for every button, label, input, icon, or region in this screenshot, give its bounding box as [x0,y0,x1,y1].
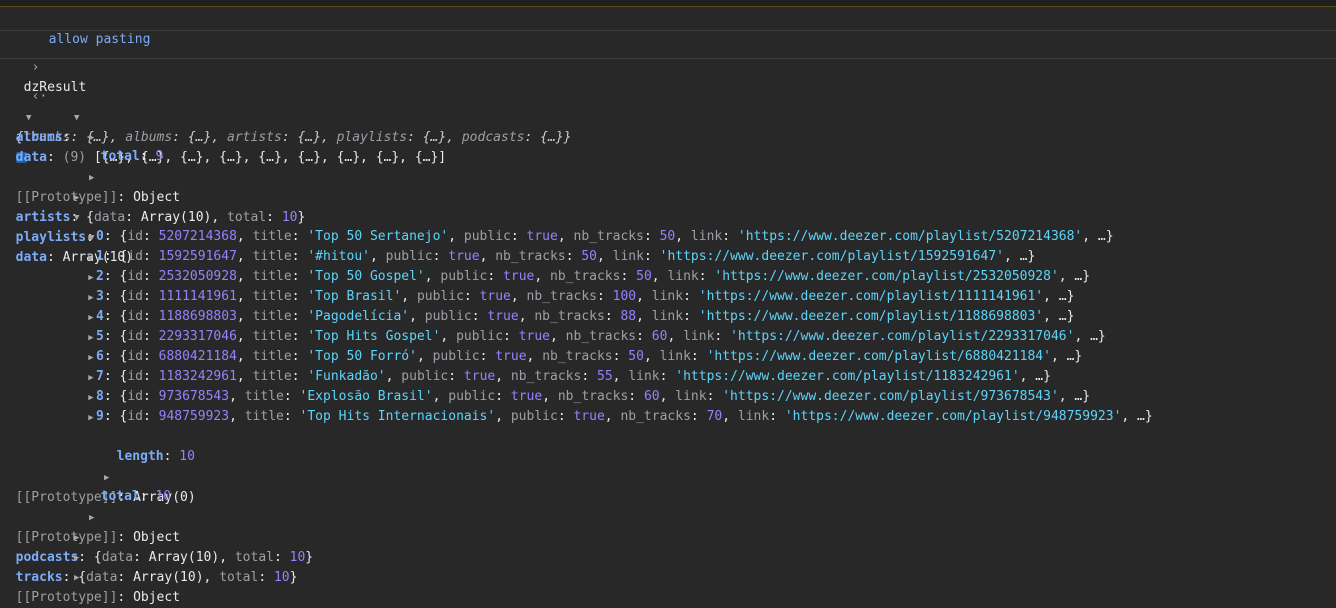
playlist-item-row[interactable]: ▶ 0: {id: 5207214368, title: 'Top 50 Sert… [0,227,1336,247]
playlists-prototype-row[interactable]: ▶ [[Prototype]]: Object [0,487,1336,545]
collapse-triangle-icon[interactable]: ▶ [86,348,96,368]
result-summary-row[interactable]: ‹· ▼ {tracks: {…}, albums: {…}, artists:… [0,67,1336,163]
tracks-row[interactable]: ▶ tracks: {data: Array(10), total: 10} [0,527,1336,585]
collapse-triangle-icon[interactable]: ▶ [86,228,96,248]
playlist-item-row[interactable]: ▶ 5: {id: 2293317046, title: 'Top Hits Go… [0,327,1336,347]
playlists-data-row[interactable]: ▼ data: Array(10) [0,207,1336,265]
top-edge [0,0,1336,7]
playlists-row[interactable]: ▼ playlists: [0,187,1336,245]
podcasts-row[interactable]: ▶ podcasts: {data: Array(10), total: 10} [0,507,1336,565]
playlist-item-row[interactable]: ▶ 7: {id: 1183242961, title: 'Funkadão', … [0,367,1336,387]
playlists-total-row: total: 10 [100,489,172,504]
collapse-triangle-icon[interactable]: ▶ [86,388,96,408]
collapse-triangle-icon[interactable]: ▶ [72,568,82,588]
root-prototype-row[interactable]: ▶ [[Prototype]]: Object [0,547,1336,605]
collapse-triangle-icon[interactable]: ▶ [86,268,96,288]
playlist-item-row[interactable]: ▶ 2: {id: 2532050928, title: 'Top 50 Gosp… [0,267,1336,287]
collapse-triangle-icon[interactable]: ▶ [86,368,96,388]
console-input-echo: allow pasting [0,10,1336,47]
collapse-triangle-icon[interactable]: ▶ [86,308,96,328]
collapse-triangle-icon[interactable]: ▶ [86,328,96,348]
albums-prototype-row[interactable]: ▶ [[Prototype]]: Object [0,147,1336,205]
albums-row[interactable]: ▼ albums: [0,87,1336,145]
collapse-triangle-icon[interactable]: ▶ [86,288,96,308]
playlist-item-row[interactable]: ▶ 1: {id: 1592591647, title: '#hitou', pu… [0,247,1336,267]
playlist-item-row[interactable]: ▶ 8: {id: 973678543, title: 'Explosão Bra… [0,387,1336,407]
playlist-item-row[interactable]: ▶ 3: {id: 1111141961, title: 'Top Brasil'… [0,287,1336,307]
playlist-item-row[interactable]: ▶ 6: {id: 6880421184, title: 'Top 50 Forr… [0,347,1336,367]
collapse-triangle-icon[interactable]: ▶ [86,248,96,268]
albums-data-row[interactable]: ▶ data: (9) [{…}, {…}, {…}, {…}, {…}, {…… [0,107,1336,165]
playlist-item-row[interactable]: ▶ 4: {id: 1188698803, title: 'Pagodelícia… [0,307,1336,327]
playlists-length-row: length: 10 [116,449,195,464]
artists-row[interactable]: ▶ artists: {data: Array(10), total: 10} [0,167,1336,225]
console-input-line[interactable]: › dzResult [0,38,1336,95]
collapse-triangle-icon[interactable]: ▶ [86,408,96,428]
albums-total-row: total: 9 [100,149,164,164]
array-prototype-row[interactable]: ▶ [[Prototype]]: Array(0) [0,447,1336,505]
playlist-item-row[interactable]: ▶ 9: {id: 948759923, title: 'Top Hits Int… [0,407,1336,427]
